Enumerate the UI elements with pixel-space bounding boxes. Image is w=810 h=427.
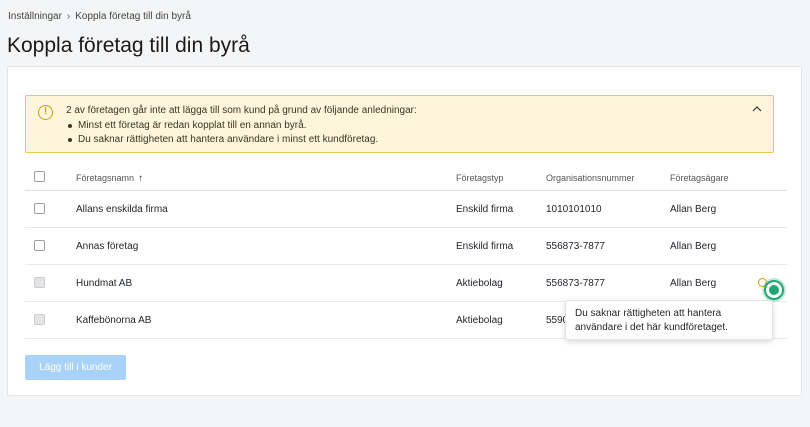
table-header: Företagsnamn ↑ Företagstyp Organisationsn… (25, 165, 787, 191)
company-type: Enskild firma (456, 204, 514, 215)
alert-reason: Du saknar rättigheten att hantera använd… (66, 133, 378, 147)
page-title: Koppla företag till din byrå (7, 34, 250, 57)
row-checkbox-disabled (34, 277, 45, 288)
company-name: Hundmat AB (76, 278, 133, 289)
company-owner: Allan Berg (670, 278, 717, 289)
sort-ascending-icon: ↑ (138, 173, 144, 184)
row-checkbox[interactable] (34, 203, 45, 214)
org-number: 556873-7877 (546, 241, 605, 252)
breadcrumb-item-settings[interactable]: Inställningar (8, 11, 62, 22)
alert-reason: Minst ett företag är redan kopplat till … (66, 119, 378, 133)
column-header-name[interactable]: Företagsnamn ↑ (76, 173, 143, 184)
permission-tooltip: Du saknar rättigheten att hantera använd… (565, 300, 773, 340)
column-header-type[interactable]: Företagstyp (456, 173, 504, 183)
breadcrumb-separator-icon: › (66, 11, 71, 22)
company-type: Aktiebolag (456, 278, 503, 289)
company-type: Aktiebolag (456, 315, 503, 326)
company-owner: Allan Berg (670, 204, 717, 215)
alert-title: 2 av företagen går inte att lägga till s… (66, 105, 417, 116)
table-row: Allans enskilda firma Enskild firma 1010… (25, 191, 787, 228)
column-header-owner[interactable]: Företagsägare (670, 173, 729, 183)
org-number: 556873-7877 (546, 278, 605, 289)
company-type: Enskild firma (456, 241, 514, 252)
alert-reason-list: Minst ett företag är redan kopplat till … (66, 119, 378, 147)
select-all-checkbox[interactable] (34, 171, 45, 182)
main-card: ! 2 av företagen går inte att lägga till… (7, 66, 802, 396)
row-checkbox[interactable] (34, 240, 45, 251)
add-to-clients-button[interactable]: Lägg till i kunder (25, 355, 126, 380)
warning-alert: ! 2 av företagen går inte att lägga till… (25, 95, 774, 153)
cursor-focus-indicator (764, 280, 784, 300)
column-header-org[interactable]: Organisationsnummer (546, 173, 635, 183)
company-name: Annas företag (76, 241, 139, 252)
breadcrumb-item-current: Koppla företag till din byrå (75, 11, 191, 22)
table-row: Hundmat AB Aktiebolag 556873-7877 Allan … (25, 265, 787, 302)
company-name: Allans enskilda firma (76, 204, 168, 215)
company-name: Kaffebönorna AB (76, 315, 152, 326)
org-number: 1010101010 (546, 204, 602, 215)
chevron-up-icon[interactable] (752, 104, 762, 114)
table-row: Annas företag Enskild firma 556873-7877 … (25, 228, 787, 265)
warning-icon: ! (38, 105, 53, 120)
row-checkbox-disabled (34, 314, 45, 325)
company-owner: Allan Berg (670, 241, 717, 252)
breadcrumb: Inställningar › Koppla företag till din … (8, 11, 191, 22)
